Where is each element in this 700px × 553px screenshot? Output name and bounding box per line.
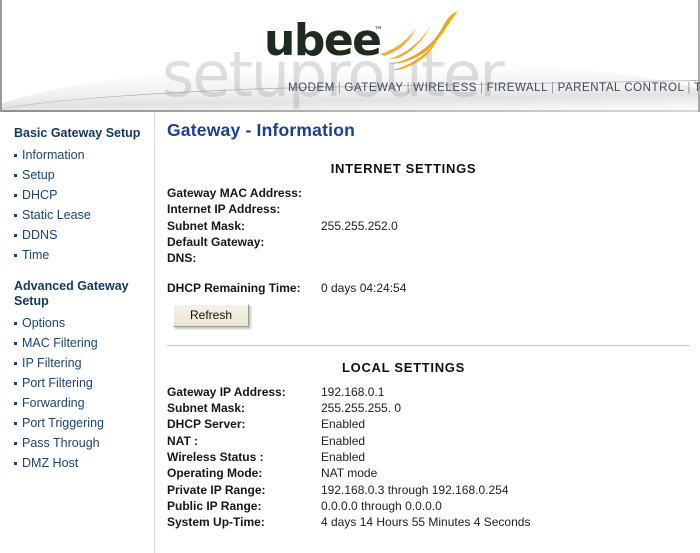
spacer-cell (319, 266, 406, 280)
nav-item-firewall[interactable]: FIREWALL (487, 82, 548, 94)
table-row: Subnet Mask: 255.255.252.0 (167, 218, 406, 234)
sidebar-item-dmz-host[interactable]: DMZ Host (14, 453, 154, 473)
row-value: 192.168.0.1 (321, 384, 385, 399)
sidebar-item-information[interactable]: Information (14, 145, 154, 165)
table-row: DHCP Remaining Time: 0 days 04:24:54 (167, 280, 406, 296)
refresh-button[interactable]: Refresh (173, 303, 250, 327)
fish-swoosh-icon (380, 11, 458, 70)
row-label: Gateway IP Address: (167, 384, 286, 399)
row-value (319, 234, 406, 250)
sidebar-navigation: Basic Gateway Setup Information Setup DH… (0, 112, 155, 553)
row-label: Operating Mode: (167, 466, 263, 481)
row-value: Enabled (321, 417, 366, 432)
main-navigation: MODEM | GATEWAY | WIRELESS | FIREWALL | PARENTAL… (288, 82, 700, 94)
nav-separator: | (551, 82, 555, 94)
row-value: 0.0.0.0 through 0.0.0.0 (321, 498, 442, 513)
sidebar-item-pass-through[interactable]: Pass Through (14, 433, 154, 453)
row-label: Subnet Mask: (167, 401, 246, 416)
row-value (319, 250, 406, 266)
table-spacer (167, 266, 406, 280)
row-value: 255.255.252.0 (321, 218, 398, 233)
table-row: System Up-Time: 4 days 14 Hours 55 Minut… (167, 514, 530, 530)
nav-item-gateway[interactable]: GATEWAY (344, 82, 403, 94)
row-label: Default Gateway: (167, 234, 265, 249)
table-row: DNS: (167, 250, 406, 266)
nav-separator: | (687, 82, 691, 94)
nav-item-modem[interactable]: MODEM (288, 82, 335, 94)
row-value: 255.255.255. 0 (321, 401, 402, 416)
ubee-logo[interactable]: ubee ™ (264, 11, 460, 72)
row-label: DNS: (167, 251, 197, 266)
table-row: NAT : Enabled (167, 433, 530, 449)
nav-item-parental-control[interactable]: PARENTAL CONTROL (558, 82, 685, 94)
sidebar-heading-basic: Basic Gateway Setup (14, 126, 141, 140)
row-label: DHCP Server: (167, 417, 246, 432)
table-row: Gateway MAC Address: (167, 185, 406, 201)
nav-separator: | (337, 82, 342, 94)
sidebar-heading-advanced: Advanced Gateway Setup (14, 279, 129, 308)
sidebar-item-ddns[interactable]: DDNS (14, 225, 154, 245)
local-settings-table: Gateway IP Address: 192.168.0.1 Subnet M… (167, 384, 530, 531)
nav-item-tools[interactable]: TOOLS (694, 82, 700, 94)
sidebar-item-port-filtering[interactable]: Port Filtering (14, 373, 154, 393)
spacer-cell (167, 266, 319, 280)
internet-settings-table: Gateway MAC Address: Internet IP Address… (167, 185, 406, 297)
nav-item-wireless[interactable]: WIRELESS (413, 82, 477, 94)
table-row: Wireless Status : Enabled (167, 449, 530, 465)
internet-settings-title: INTERNET SETTINGS (330, 161, 477, 176)
sidebar-item-dhcp[interactable]: DHCP (14, 185, 154, 205)
row-value: 4 days 14 Hours 55 Minutes 4 Seconds (321, 515, 531, 530)
sidebar-item-ip-filtering[interactable]: IP Filtering (14, 353, 154, 373)
table-row: Internet IP Address: (167, 201, 406, 217)
row-value (319, 201, 406, 217)
sidebar-item-static-lease[interactable]: Static Lease (14, 205, 154, 225)
page-title: Gateway - Information (167, 120, 355, 140)
page-body: Basic Gateway Setup Information Setup DH… (0, 112, 700, 553)
row-value (319, 185, 406, 201)
row-label: Gateway MAC Address: (167, 186, 302, 200)
table-row: Gateway IP Address: 192.168.0.1 (167, 384, 530, 400)
table-row: Default Gateway: (167, 234, 406, 250)
sidebar-item-time[interactable]: Time (14, 245, 154, 265)
table-row: DHCP Server: Enabled (167, 416, 530, 432)
row-label: Private IP Range: (167, 482, 266, 497)
row-label: Subnet Mask: (167, 218, 246, 233)
sidebar-item-mac-filtering[interactable]: MAC Filtering (14, 333, 154, 353)
row-label: Wireless Status : (167, 449, 264, 464)
sidebar-item-port-triggering[interactable]: Port Triggering (14, 413, 154, 433)
nav-separator: | (406, 82, 411, 94)
row-value: 0 days 04:24:54 (321, 281, 407, 296)
row-value: 192.168.0.3 through 192.168.0.254 (321, 482, 509, 497)
table-row: Public IP Range: 0.0.0.0 through 0.0.0.0 (167, 498, 530, 514)
row-value: Enabled (321, 449, 366, 464)
main-content: Gateway - Information INTERNET SETTINGS … (155, 112, 700, 553)
table-row: Private IP Range: 192.168.0.3 through 19… (167, 482, 530, 498)
section-divider (167, 344, 690, 346)
header-inner: ubee ™ setuprouter MODEM | GATEWAY | WIR… (2, 0, 700, 112)
local-settings-title: LOCAL SETTINGS (342, 359, 465, 375)
sidebar-item-setup[interactable]: Setup (14, 165, 154, 185)
row-label: Internet IP Address: (167, 202, 281, 217)
table-row: Operating Mode: NAT mode (167, 465, 530, 481)
row-label: NAT : (167, 433, 199, 448)
sidebar-item-options[interactable]: Options (14, 313, 154, 333)
row-value: NAT mode (321, 466, 378, 481)
logo-wordmark: ubee (264, 15, 382, 66)
table-row: Subnet Mask: 255.255.255. 0 (167, 400, 530, 416)
row-label: DHCP Remaining Time: (167, 281, 301, 296)
row-value: Enabled (321, 433, 366, 448)
row-label: System Up-Time: (167, 515, 265, 530)
site-header: ubee ™ setuprouter MODEM | GATEWAY | WIR… (0, 0, 700, 112)
row-label: Public IP Range: (167, 498, 262, 513)
nav-separator: | (480, 82, 484, 94)
sidebar-item-forwarding[interactable]: Forwarding (14, 393, 154, 413)
